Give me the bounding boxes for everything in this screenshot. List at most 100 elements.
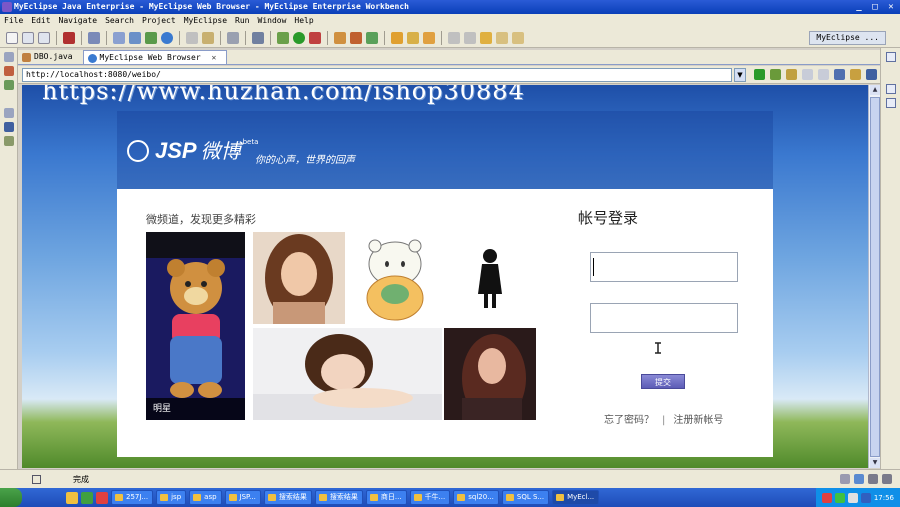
start-button[interactable] xyxy=(0,488,22,507)
monitor-icon[interactable] xyxy=(227,31,239,44)
taskbar-item[interactable]: sql20... xyxy=(453,490,499,505)
browser-icon[interactable] xyxy=(252,31,264,44)
menu-file[interactable]: File xyxy=(4,14,23,28)
next-annotation-icon[interactable] xyxy=(448,31,460,44)
debug-page-icon[interactable] xyxy=(786,69,797,80)
outline-icon[interactable] xyxy=(886,84,896,94)
go-icon[interactable] xyxy=(754,69,765,80)
save-icon[interactable] xyxy=(22,31,34,44)
taskbar-item[interactable]: 千牛... xyxy=(409,490,451,505)
restore-icon[interactable] xyxy=(4,52,14,62)
taskbar-item[interactable]: SQL S... xyxy=(501,490,550,505)
database-icon[interactable] xyxy=(129,31,141,44)
tray-icon[interactable] xyxy=(847,492,858,503)
prev-annotation-icon[interactable] xyxy=(464,31,476,44)
maximize-view-icon[interactable] xyxy=(866,69,877,80)
folder-icon[interactable] xyxy=(66,491,78,504)
maximize-button[interactable]: □ xyxy=(868,1,882,13)
gear-icon[interactable] xyxy=(770,69,781,80)
restore-icon[interactable] xyxy=(4,108,14,118)
forward-icon[interactable] xyxy=(512,31,524,44)
open-folder-icon[interactable] xyxy=(391,31,403,44)
new-package-icon[interactable] xyxy=(334,31,346,44)
back-icon[interactable] xyxy=(496,31,508,44)
properties-icon[interactable] xyxy=(886,98,896,108)
back-arrow-icon[interactable] xyxy=(802,69,813,80)
taskbar-item[interactable]: 搜索结果 xyxy=(263,490,312,505)
scroll-thumb[interactable] xyxy=(870,97,880,457)
password-input[interactable] xyxy=(590,303,738,333)
refresh-icon[interactable] xyxy=(366,31,378,44)
scroll-down-arrow[interactable]: ▼ xyxy=(870,458,880,468)
tab-dbo-java[interactable]: DBO.java xyxy=(18,50,83,64)
globe-icon[interactable] xyxy=(161,31,173,44)
stop-icon[interactable] xyxy=(834,69,845,80)
viewport-scrollbar[interactable]: ▲ ▼ xyxy=(868,85,880,468)
taskbar-item[interactable]: 商日... xyxy=(365,490,407,505)
taskbar-item[interactable]: jsp xyxy=(156,490,187,505)
clock[interactable]: 17:56 xyxy=(874,494,894,502)
fast-view-icon[interactable] xyxy=(32,475,41,484)
menu-window[interactable]: Window xyxy=(258,14,287,28)
photo-woman-portrait[interactable] xyxy=(444,328,536,420)
taskbar-item[interactable]: JSP... xyxy=(224,490,261,505)
taskbar-item[interactable]: 搜索结果 xyxy=(314,490,363,505)
perspective-switcher[interactable]: MyEclipse ... xyxy=(809,31,886,45)
menu-search[interactable]: Search xyxy=(105,14,134,28)
scroll-up-arrow[interactable]: ▲ xyxy=(870,85,880,95)
external-tools-icon[interactable] xyxy=(309,31,321,44)
photo-girl-lying[interactable] xyxy=(253,328,442,420)
tray-icon[interactable] xyxy=(821,492,832,503)
minimize-button[interactable]: _ xyxy=(852,1,866,13)
hierarchy-icon[interactable] xyxy=(4,80,14,90)
taskbar-item[interactable]: asp xyxy=(189,490,222,505)
menu-myeclipse[interactable]: MyEclipse xyxy=(184,14,227,28)
photo-bear[interactable]: 明星 xyxy=(146,232,245,420)
deploy-icon[interactable] xyxy=(113,31,125,44)
url-history-dropdown[interactable]: ▼ xyxy=(734,68,746,82)
new-icon[interactable] xyxy=(6,31,18,44)
menu-project[interactable]: Project xyxy=(142,14,176,28)
run-icon[interactable] xyxy=(293,31,305,44)
app-icon[interactable] xyxy=(96,491,108,504)
submit-button[interactable]: 提交 xyxy=(641,374,685,389)
server-icon[interactable] xyxy=(88,31,100,44)
new-class-icon[interactable] xyxy=(350,31,362,44)
console-icon[interactable] xyxy=(4,122,14,132)
menu-help[interactable]: Help xyxy=(294,14,313,28)
photo-silhouette[interactable] xyxy=(444,232,536,324)
photo-girl-selfie[interactable] xyxy=(253,232,345,324)
photo-cartoon-bear[interactable] xyxy=(349,232,442,324)
debug-icon[interactable] xyxy=(277,31,289,44)
close-window-button[interactable]: ✕ xyxy=(884,1,898,13)
register-link[interactable]: 注册新帐号 xyxy=(673,415,723,426)
menu-navigate[interactable]: Navigate xyxy=(59,14,98,28)
menu-edit[interactable]: Edit xyxy=(31,14,50,28)
print-icon[interactable] xyxy=(38,31,50,44)
username-input[interactable] xyxy=(590,252,738,282)
refresh-page-icon[interactable] xyxy=(850,69,861,80)
last-edit-icon[interactable] xyxy=(480,31,492,44)
package-explorer-icon[interactable] xyxy=(4,66,14,76)
close-tab-icon[interactable]: ✕ xyxy=(212,53,217,62)
taskbar-item-active[interactable]: MyEcl... xyxy=(552,490,600,505)
window-title-bar[interactable]: MyEclipse Java Enterprise - MyEclipse We… xyxy=(0,0,900,14)
restore-icon[interactable] xyxy=(886,52,896,62)
forgot-password-link[interactable]: 忘了密码？ xyxy=(604,415,654,426)
servers-icon[interactable] xyxy=(4,136,14,146)
open-resource-icon[interactable] xyxy=(202,31,214,44)
web-service-icon[interactable] xyxy=(145,31,157,44)
tray-icon[interactable] xyxy=(860,492,871,503)
highlight-icon[interactable] xyxy=(423,31,435,44)
tab-web-browser[interactable]: MyEclipse Web Browser ✕ xyxy=(82,50,228,64)
pencil-icon[interactable] xyxy=(407,31,419,44)
forward-arrow-icon[interactable] xyxy=(818,69,829,80)
tray-icon[interactable] xyxy=(834,492,845,503)
package-icon[interactable] xyxy=(63,31,75,44)
menu-run[interactable]: Run xyxy=(235,14,249,28)
open-type-icon[interactable] xyxy=(186,31,198,44)
url-input[interactable]: http://localhost:8080/weibo/ xyxy=(22,68,732,82)
site-logo[interactable]: JSP 微博 beta xyxy=(127,135,258,164)
taskbar-item[interactable]: 257J... xyxy=(111,490,154,505)
browser-icon[interactable] xyxy=(81,491,93,504)
